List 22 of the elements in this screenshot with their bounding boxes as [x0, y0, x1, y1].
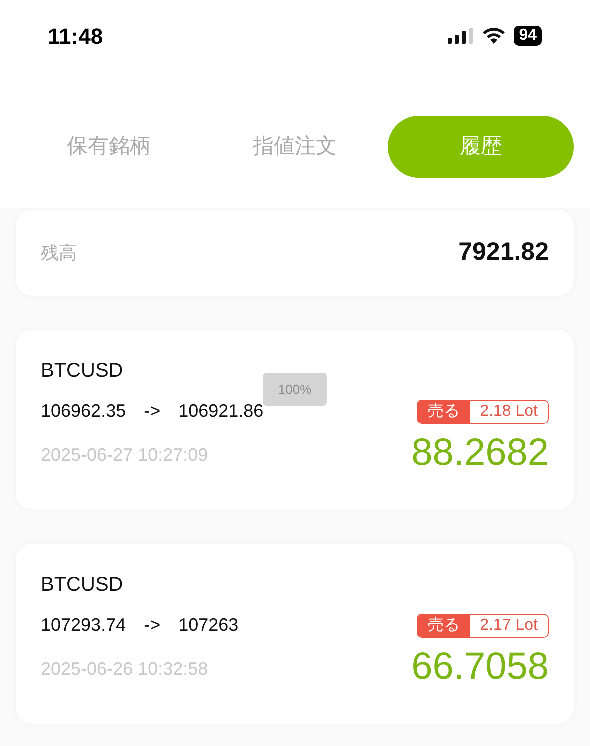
close-price: 107263 [178, 614, 239, 637]
zoom-toast: 100% [263, 373, 327, 406]
balance-label: 残高 [41, 242, 77, 264]
close-price: 106921.86 [178, 400, 264, 423]
status-time: 11:48 [48, 22, 104, 50]
symbol: BTCUSD [41, 573, 124, 598]
profit-value: 88.2682 [412, 431, 549, 476]
balance-value: 7921.82 [458, 237, 549, 268]
arrow-text: -> [144, 400, 161, 423]
tab[interactable]: 指値注文 [202, 116, 388, 178]
tab[interactable]: 保有銘柄 [16, 116, 202, 178]
wifi-icon [482, 27, 506, 45]
tab[interactable]: 履歴 [388, 116, 574, 178]
symbol: BTCUSD [41, 359, 124, 384]
signal-icon [448, 28, 474, 44]
battery-level: 94 [514, 26, 542, 46]
arrow-text: -> [144, 614, 161, 637]
side-label: 売る [418, 401, 470, 423]
side-label: 売る [418, 615, 470, 637]
profit-value: 66.7058 [412, 645, 549, 690]
open-price: 106962.35 [41, 400, 126, 423]
open-price: 107293.74 [41, 614, 126, 637]
